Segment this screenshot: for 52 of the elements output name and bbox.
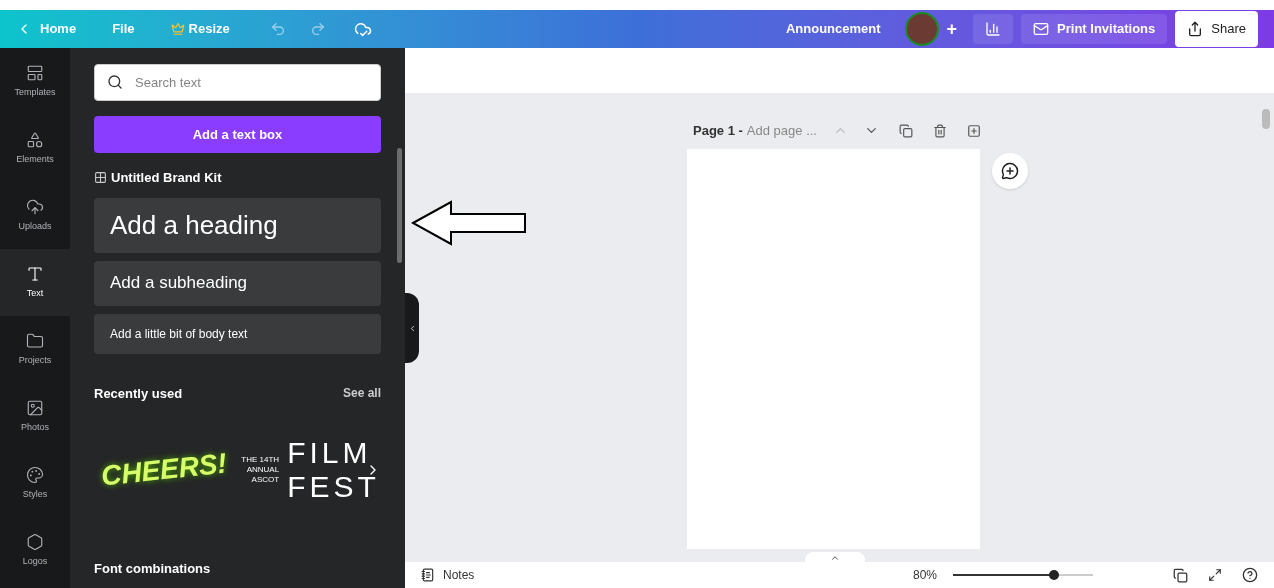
- design-title[interactable]: Announcement: [785, 19, 881, 39]
- add-page-icon[interactable]: [967, 123, 981, 138]
- notes-button[interactable]: Notes: [421, 566, 475, 584]
- comment-add-icon: [1001, 161, 1019, 180]
- share-icon: [1187, 21, 1204, 37]
- fullscreen-icon[interactable]: [1208, 568, 1222, 582]
- cloud-upload-icon: [26, 197, 44, 216]
- search-field[interactable]: Search text: [94, 64, 381, 101]
- template-caption: THE 14TH ANNUAL ASCOT: [240, 455, 280, 485]
- share-button[interactable]: Share: [1175, 11, 1258, 47]
- chevron-up-icon: [830, 553, 840, 563]
- text-preset[interactable]: Add a subheading: [94, 260, 381, 306]
- add-collaborator-button[interactable]: +: [938, 15, 966, 43]
- sidebar-item[interactable]: Text: [0, 249, 70, 316]
- copy-icon[interactable]: [899, 123, 913, 138]
- insights-button[interactable]: [973, 14, 1014, 44]
- hexagon-icon: [26, 532, 44, 551]
- palette-icon: [26, 465, 44, 484]
- text-icon: [26, 264, 44, 283]
- folder-icon: [26, 331, 44, 350]
- page-label: Page 1 -: [693, 122, 743, 140]
- template-thumbnail[interactable]: CHEERS!: [94, 415, 234, 525]
- cloud-check-icon[interactable]: [353, 20, 372, 38]
- collapse-panel-handle[interactable]: [405, 293, 419, 363]
- avatar: [904, 12, 939, 46]
- shapes-icon: [26, 130, 44, 149]
- section-title: Recently used: [94, 384, 183, 403]
- search-icon: [107, 74, 123, 90]
- pages-drawer-handle[interactable]: [805, 552, 865, 564]
- print-button[interactable]: Print Invitations: [1021, 14, 1168, 44]
- template-title: FEST: [287, 470, 380, 504]
- brand-kit-icon: [94, 171, 107, 185]
- envelope-icon: [1033, 21, 1050, 37]
- zoom-value: 80%: [912, 567, 937, 584]
- text-preset[interactable]: Add a heading: [94, 197, 381, 253]
- add-text-box-button[interactable]: Add a text box: [94, 116, 381, 153]
- image-icon: [26, 398, 44, 417]
- panel-scrollbar[interactable]: [397, 148, 402, 263]
- bar-chart-icon: [985, 21, 1002, 37]
- section-title: Font combinations: [94, 560, 212, 578]
- notes-icon: [421, 568, 435, 582]
- canvas-scrollbar[interactable]: [1262, 109, 1270, 129]
- crown-icon: [170, 22, 185, 36]
- comment-button[interactable]: [992, 152, 1028, 189]
- text-preset[interactable]: Add a little bit of body text: [94, 313, 381, 354]
- trash-icon[interactable]: [933, 123, 947, 138]
- pages-icon[interactable]: [1173, 567, 1188, 583]
- template-title: FILM: [287, 436, 373, 470]
- see-all-link[interactable]: See all: [342, 384, 381, 403]
- brand-kit-label: Untitled Brand Kit: [111, 169, 222, 187]
- layout-icon: [26, 63, 44, 82]
- help-icon[interactable]: [1242, 567, 1258, 583]
